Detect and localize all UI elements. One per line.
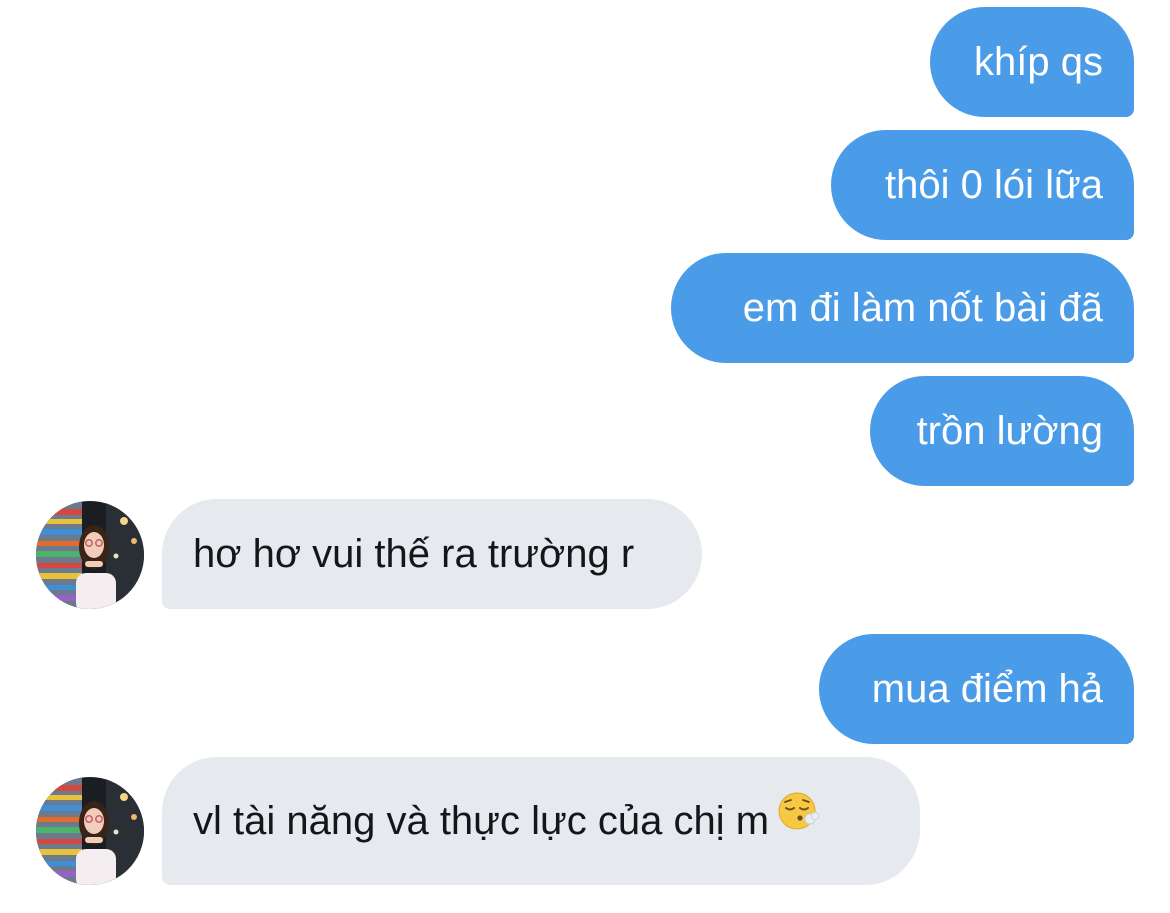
outgoing-message[interactable]: em đi làm nốt bài đã <box>671 253 1134 363</box>
incoming-message[interactable]: vl tài năng và thực lực của chị m <box>162 757 920 885</box>
outgoing-message[interactable]: khíp qs <box>930 7 1134 117</box>
chat-thread: khíp qs thôi 0 lói lữa em đi làm nốt bài… <box>0 0 1170 913</box>
incoming-message-text: vl tài năng và thực lực của chị m <box>193 799 770 843</box>
avatar-photo <box>36 777 144 885</box>
incoming-message[interactable]: hơ hơ vui thế ra trường r <box>162 499 702 609</box>
outgoing-message[interactable]: thôi 0 lói lữa <box>831 130 1134 240</box>
outgoing-message[interactable]: mua điểm hả <box>819 634 1134 744</box>
contact-avatar[interactable] <box>36 501 144 609</box>
face-exhaling-emoji <box>777 756 821 884</box>
contact-avatar[interactable] <box>36 777 144 885</box>
avatar-photo <box>36 501 144 609</box>
outgoing-message[interactable]: trồn lường <box>870 376 1134 486</box>
